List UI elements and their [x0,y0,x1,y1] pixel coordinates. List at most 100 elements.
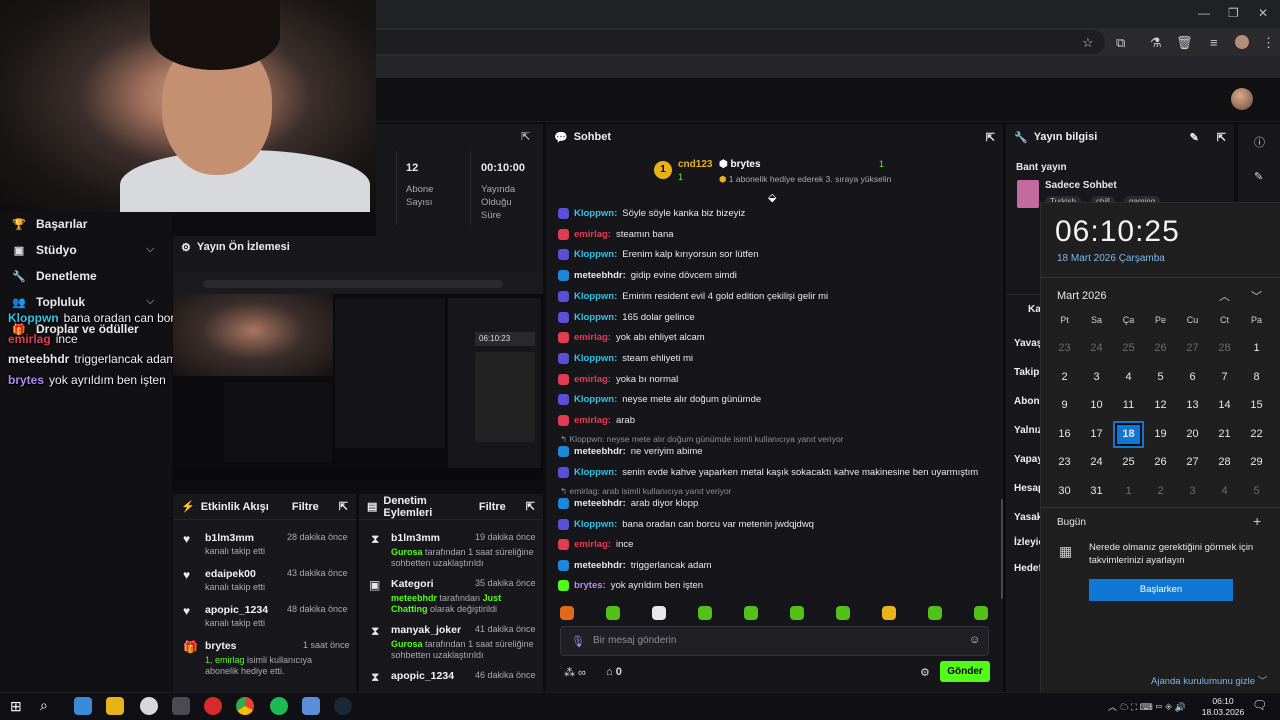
calendar-day[interactable]: 1 [1113,478,1144,505]
emote-icon[interactable] [744,606,758,620]
avatar[interactable] [1231,88,1253,110]
calendar-day[interactable]: 14 [1209,392,1240,419]
calendar-day[interactable]: 3 [1177,478,1208,505]
chat-username[interactable]: Kloppwn: [574,249,617,260]
file-explorer-icon[interactable] [106,697,124,715]
media-icon[interactable]: ≡ [1210,35,1218,50]
collapse-icon[interactable]: ⬙ [768,191,776,204]
calendar-day[interactable]: 22 [1241,421,1272,448]
add-event-icon[interactable]: + [1253,513,1261,529]
calendar-day[interactable]: 23 [1049,449,1080,476]
obs-icon[interactable] [140,697,158,715]
calendar-day[interactable]: 10 [1081,392,1112,419]
get-started-button[interactable]: Başlarken [1089,579,1233,601]
calendar-day[interactable]: 9 [1049,392,1080,419]
calendar-day[interactable]: 6 [1177,364,1208,391]
chevron-down-icon[interactable]: ⌵ [146,243,154,256]
calendar-day[interactable]: 2 [1145,478,1176,505]
chrome-icon[interactable] [236,697,254,715]
chat-username[interactable]: meteebhdr: [574,270,626,281]
calendar-day[interactable]: 25 [1113,335,1144,362]
taskview-icon[interactable] [74,697,92,715]
search-icon[interactable]: ⌕ [40,697,48,714]
info-icon[interactable]: ⓘ [1254,134,1265,150]
chat-username[interactable]: emirlag: [574,415,611,426]
calendar-day[interactable]: 19 [1145,421,1176,448]
close-icon[interactable]: ✕ [1258,6,1268,20]
calendar-day[interactable]: 24 [1081,335,1112,362]
chat-username[interactable]: Kloppwn: [574,394,617,405]
chat-username[interactable]: Kloppwn: [574,519,617,530]
calendar-day[interactable]: 11 [1113,392,1144,419]
emote-icon[interactable] [836,606,850,620]
settings-icon[interactable]: ⚙ [920,666,930,679]
calendar-day[interactable]: 4 [1113,364,1144,391]
moderation-filter-button[interactable]: Filtre [479,501,506,513]
mod-item[interactable]: Kategori [391,578,434,590]
feed-user[interactable]: apopic_1234 [205,604,268,616]
calendar-day[interactable]: 15 [1241,392,1272,419]
emote-icon[interactable] [606,606,620,620]
hide-agenda-link[interactable]: Ajanda kurulumunu gizle ﹀ [1151,673,1267,687]
activity-filter-button[interactable]: Filtre [292,501,319,513]
emote-icon[interactable] [974,606,988,620]
send-button[interactable]: Gönder [940,661,990,682]
nav-achievements[interactable]: 🏆 Başarılar [12,217,87,231]
calendar-day[interactable]: 8 [1241,364,1272,391]
calendar-day[interactable]: 5 [1145,364,1176,391]
chevron-up-icon[interactable]: ︿ [1219,288,1230,304]
calendar-day[interactable]: 27 [1177,449,1208,476]
scrollbar[interactable] [1001,499,1003,599]
calendar-day[interactable]: 24 [1081,449,1112,476]
taskbar-time[interactable]: 06:10 [1203,696,1243,706]
chat-username[interactable]: emirlag: [574,332,611,343]
mod-user[interactable]: apopic_1234 [391,670,454,682]
chat-username[interactable]: emirlag: [574,374,611,385]
extensions-icon[interactable]: ⧉ [1116,35,1125,51]
calculator-icon[interactable] [172,697,190,715]
menu-icon[interactable]: ⋮ [1262,35,1275,51]
nav-studio[interactable]: ▣ Stüdyo [12,243,77,257]
opera-icon[interactable] [204,697,222,715]
calendar-day[interactable]: 29 [1241,449,1272,476]
chat-username[interactable]: emirlag: [574,229,611,240]
clock-date[interactable]: 18 Mart 2026 Çarşamba [1057,253,1165,264]
feed-user[interactable]: edaipek00 [205,568,256,580]
popout-icon[interactable]: ⇱ [521,130,530,143]
calendar-day[interactable]: 16 [1049,421,1080,448]
chat-username[interactable]: Kloppwn: [574,208,617,219]
nav-community[interactable]: 👥 Topluluk [12,295,85,309]
popout-icon[interactable]: ⇱ [339,500,348,513]
nav-moderation[interactable]: 🔧 Denetleme [12,269,97,283]
chat-username[interactable]: brytes: [574,580,606,591]
calendar-day[interactable]: 17 [1081,421,1112,448]
mod-user[interactable]: manyak_joker [391,624,461,636]
mod-user[interactable]: b1lm3mm [391,532,440,544]
chat-username[interactable]: Kloppwn: [574,312,617,323]
calendar-month[interactable]: Mart 2026 [1057,290,1107,302]
calendar-day[interactable]: 1 [1241,335,1272,362]
calendar-day[interactable]: 26 [1145,335,1176,362]
profile-icon[interactable] [1235,35,1249,49]
calendar-day[interactable]: 30 [1049,478,1080,505]
emote-icon[interactable] [698,606,712,620]
chat-username[interactable]: Kloppwn: [574,353,617,364]
infinity-icon[interactable]: ⁂ ∞ [564,666,586,679]
spotify-icon[interactable] [270,697,288,715]
emote-icon[interactable] [882,606,896,620]
windows-start-icon[interactable]: ⊞ [10,698,22,715]
trash-icon[interactable]: 🗑 [1176,35,1193,51]
maximize-icon[interactable]: ❐ [1228,6,1239,20]
edit-icon[interactable]: ✎ [1190,131,1199,144]
calendar-day[interactable]: 3 [1081,364,1112,391]
calendar-day[interactable]: 7 [1209,364,1240,391]
popout-icon[interactable]: ⇱ [526,500,535,513]
edit-icon[interactable]: ✎ [1254,170,1263,183]
tray-icons[interactable]: ︿ ☁ ⛶ ⌨ ▭ ◈ 🔊 [1108,700,1186,713]
calendar-day[interactable]: 28 [1209,335,1240,362]
chat-username[interactable]: meteebhdr: [574,560,626,571]
steam-icon[interactable] [334,697,352,715]
flask-icon[interactable]: ⚗ [1150,35,1162,51]
calendar-day[interactable]: 13 [1177,392,1208,419]
microphone-icon[interactable]: 🎙 [571,635,585,648]
